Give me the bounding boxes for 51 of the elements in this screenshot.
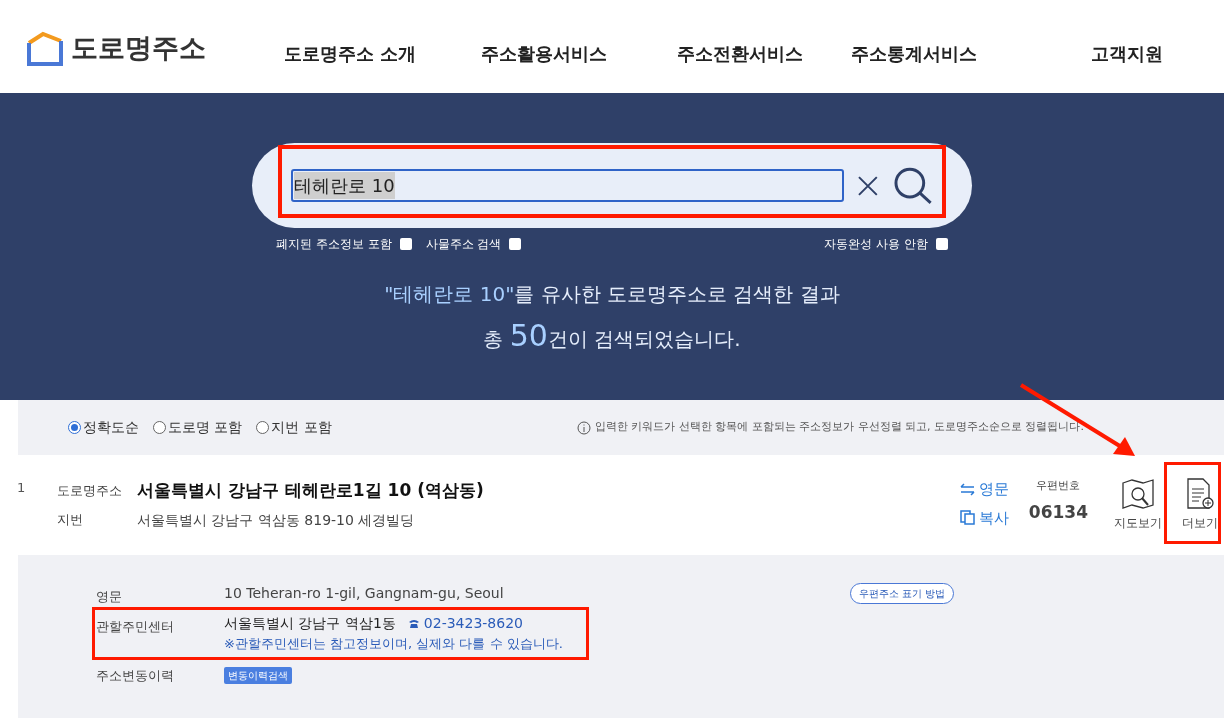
jibun-address: 서울특별시 강남구 역삼동 819-10 세경빌딩: [137, 510, 415, 530]
radio-label: 정확도순: [83, 418, 139, 437]
option-label: 사물주소 검색: [425, 236, 502, 253]
detail-label: 관할주민센터: [96, 618, 175, 636]
field-label: 지번: [57, 511, 84, 530]
sort-note: 입력한 키워드가 선택한 항목에 포함되는 주소정보가 우선정렬 되고, 도로명주소순으로 정렬됩니다.: [594, 419, 1084, 436]
copy-link[interactable]: 복사: [959, 506, 1009, 529]
checkbox[interactable]: [509, 238, 522, 250]
more-button[interactable]: 더보기: [1182, 478, 1218, 555]
field-label: 도로명주소: [57, 482, 123, 500]
result-index: 1: [17, 479, 27, 497]
info-icon: [576, 420, 591, 435]
option-label: 자동완성 사용 안함: [824, 236, 928, 253]
history-search-button[interactable]: 변동이력검색: [224, 666, 292, 684]
checkbox[interactable]: [399, 238, 412, 250]
english-link[interactable]: 영문: [959, 478, 1009, 501]
result-count-text: 총 50건이 검색되었습니다.: [483, 317, 741, 355]
map-view-button[interactable]: 지도보기: [1114, 478, 1162, 555]
road-address[interactable]: 서울특별시 강남구 테헤란로1길 10 (역삼동): [137, 478, 484, 504]
community-center: 서울특별시 강남구 역삼1동: [224, 614, 396, 633]
radio-button[interactable]: [68, 421, 81, 434]
nav-link[interactable]: 주소활용서비스: [481, 40, 677, 67]
postal-label: 우편번호: [1036, 478, 1081, 494]
site-logo[interactable]: 도로명주소: [71, 28, 206, 69]
result-summary: "테헤란로 10"를 유사한 도로명주소로 검색한 결과: [384, 281, 840, 308]
nav-link[interactable]: 고객지원: [1091, 40, 1201, 67]
map-icon: [1121, 478, 1155, 510]
document-plus-icon: [1185, 478, 1215, 510]
option-label: 폐지된 주소정보 포함: [276, 236, 392, 253]
search-icon[interactable]: [893, 165, 933, 206]
checkbox[interactable]: [936, 238, 948, 250]
detail-label: 주소변동이력: [96, 666, 175, 685]
swap-icon: [959, 482, 975, 496]
nav-link[interactable]: 주소통계서비스: [851, 40, 1091, 67]
selected-text: 테헤란로 10: [294, 172, 395, 199]
radio-label: 지번 포함: [271, 418, 332, 437]
postal-guide-button[interactable]: 우편주소 표기 방법: [849, 583, 954, 604]
copy-icon: [959, 510, 975, 526]
radio-button[interactable]: [256, 421, 270, 434]
phone-number: 02-3423-8620: [423, 614, 523, 633]
radio-button[interactable]: [153, 421, 166, 434]
postal-code: 06134: [1028, 500, 1088, 524]
phone-icon: [407, 618, 420, 629]
reference-note: ※관할주민센터는 참고정보이며, 실제와 다를 수 있습니다.: [224, 635, 563, 653]
detail-label: 영문: [96, 588, 123, 606]
english-address: 10 Teheran-ro 1-gil, Gangnam-gu, Seoul: [224, 584, 504, 603]
nav-link[interactable]: 도로명주소 소개: [284, 40, 481, 67]
house-logo-icon: [27, 30, 63, 67]
radio-label: 도로명 포함: [168, 418, 243, 437]
nav-link[interactable]: 주소전환서비스: [677, 40, 851, 67]
search-field[interactable]: 테헤란로 10: [291, 169, 844, 202]
